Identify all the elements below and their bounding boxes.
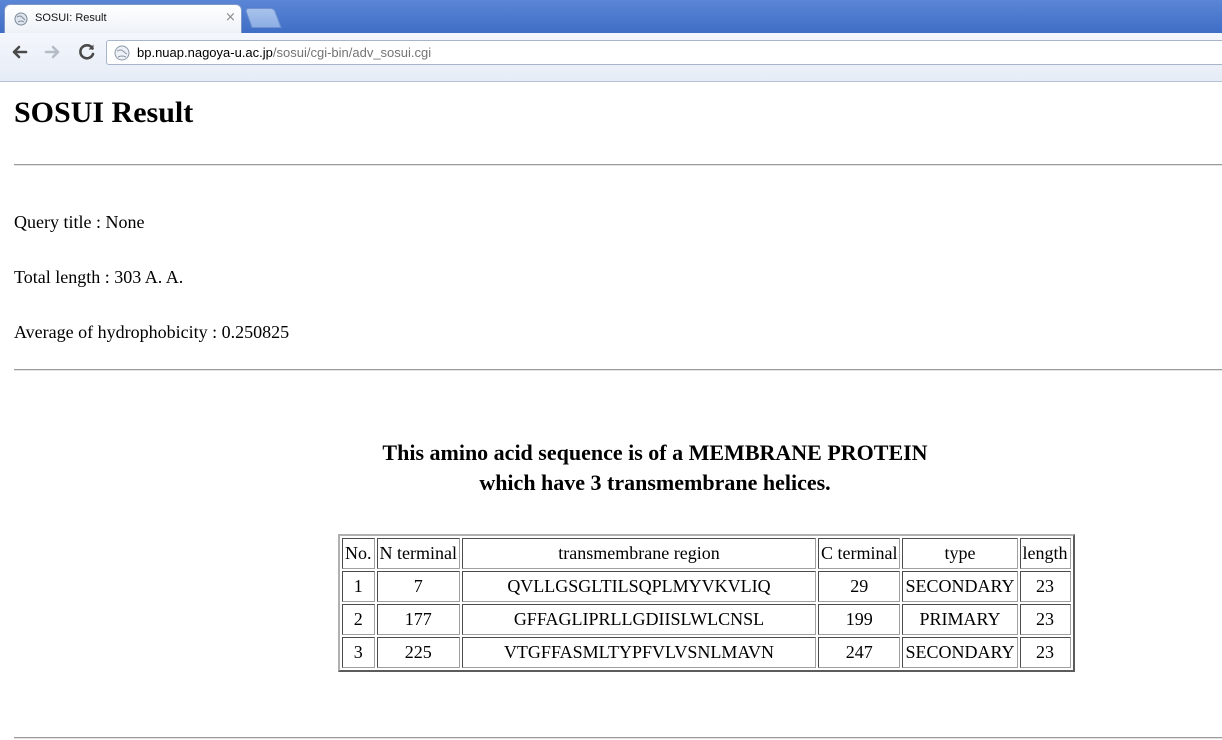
- cell-length: 23: [1019, 637, 1071, 668]
- tab-title: SOSUI: Result: [35, 12, 107, 24]
- divider-bottom: [14, 737, 1222, 739]
- table-row: 2 177 GFFAGLIPRLLGDIISLWLCNSL 199 PRIMAR…: [342, 604, 1071, 635]
- back-arrow-icon[interactable]: [8, 41, 30, 63]
- url-host: bp.nuap.nagoya-u.ac.jp: [137, 45, 273, 60]
- reload-icon[interactable]: [76, 41, 98, 63]
- summary-line-1: This amino acid sequence is of a MEMBRAN…: [382, 440, 928, 465]
- cell-c-terminal: 29: [817, 571, 901, 602]
- tab-close-button[interactable]: ×: [225, 10, 236, 25]
- divider-top: [14, 164, 1222, 166]
- cell-n-terminal: 7: [376, 571, 460, 602]
- transmembrane-table: No. N terminal transmembrane region C te…: [338, 534, 1075, 672]
- cell-no: 3: [342, 637, 375, 668]
- table-header-row: No. N terminal transmembrane region C te…: [342, 538, 1071, 569]
- table-row: 1 7 QVLLGSGLTILSQPLMYVKVLIQ 29 SECONDARY…: [342, 571, 1071, 602]
- cell-region: VTGFFASMLTYPFVLVSNLMAVN: [461, 637, 816, 668]
- divider-middle: [14, 369, 1222, 371]
- cell-n-terminal: 177: [376, 604, 460, 635]
- url-path: /sosui/cgi-bin/adv_sosui.cgi: [272, 45, 432, 60]
- cell-length: 23: [1019, 604, 1071, 635]
- globe-icon: [14, 12, 28, 26]
- table-row: 3 225 VTGFFASMLTYPFVLVSNLMAVN 247 SECOND…: [342, 637, 1071, 668]
- tab-strip: SOSUI: Result ×: [0, 0, 1222, 33]
- cell-type: PRIMARY: [902, 604, 1018, 635]
- col-type: type: [902, 538, 1018, 569]
- cell-no: 2: [342, 604, 375, 635]
- new-tab-button[interactable]: [244, 8, 282, 28]
- average-hydrophobicity: Average of hydrophobicity : 0.250825: [14, 322, 290, 342]
- cell-type: SECONDARY: [902, 637, 1018, 668]
- url-text[interactable]: bp.nuap.nagoya-u.ac.jp/sosui/cgi-bin/adv…: [137, 45, 431, 60]
- total-length: Total length : 303 A. A.: [14, 267, 184, 287]
- prediction-summary: This amino acid sequence is of a MEMBRAN…: [340, 438, 970, 498]
- col-no: No.: [342, 538, 375, 569]
- browser-toolbar: bp.nuap.nagoya-u.ac.jp/sosui/cgi-bin/adv…: [0, 33, 1222, 82]
- col-transmembrane-region: transmembrane region: [461, 538, 816, 569]
- page-content: SOSUI Result Query title : None Total le…: [0, 82, 1222, 740]
- page-info-globe-icon[interactable]: [114, 45, 130, 61]
- summary-line-2: which have 3 transmembrane helices.: [479, 470, 831, 495]
- query-title: Query title : None: [14, 212, 145, 232]
- cell-length: 23: [1019, 571, 1071, 602]
- cell-region: GFFAGLIPRLLGDIISLWLCNSL: [461, 604, 816, 635]
- col-n-terminal: N terminal: [376, 538, 460, 569]
- col-c-terminal: C terminal: [817, 538, 901, 569]
- cell-c-terminal: 247: [817, 637, 901, 668]
- browser-tab[interactable]: SOSUI: Result ×: [4, 4, 242, 33]
- page-title: SOSUI Result: [14, 96, 194, 129]
- cell-c-terminal: 199: [817, 604, 901, 635]
- forward-arrow-icon[interactable]: [42, 41, 64, 63]
- cell-n-terminal: 225: [376, 637, 460, 668]
- cell-no: 1: [342, 571, 375, 602]
- cell-type: SECONDARY: [902, 571, 1018, 602]
- address-bar[interactable]: bp.nuap.nagoya-u.ac.jp/sosui/cgi-bin/adv…: [106, 40, 1222, 65]
- cell-region: QVLLGSGLTILSQPLMYVKVLIQ: [461, 571, 816, 602]
- col-length: length: [1019, 538, 1071, 569]
